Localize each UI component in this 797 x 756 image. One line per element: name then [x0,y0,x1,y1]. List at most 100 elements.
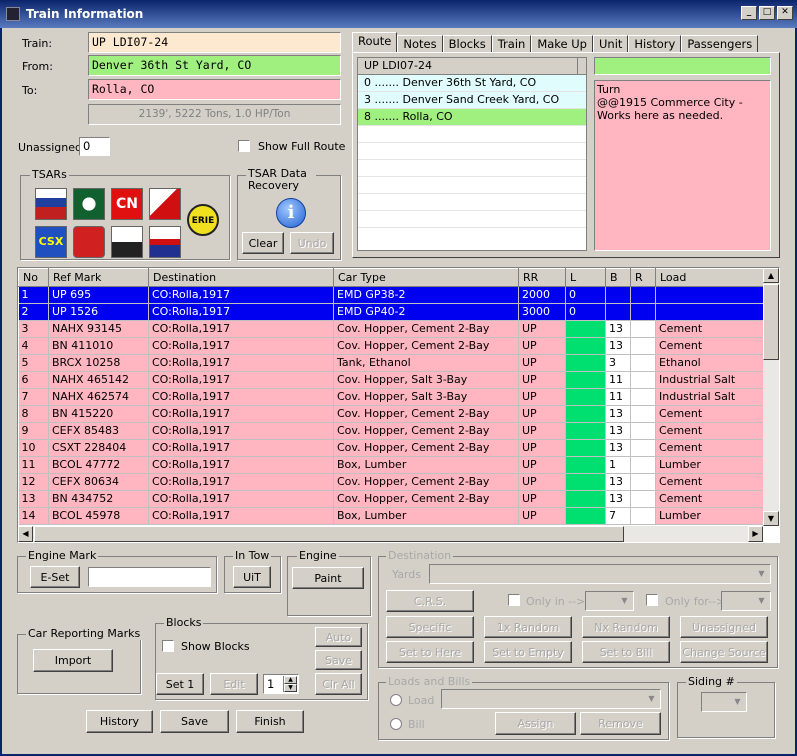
column-header[interactable]: Load [655,268,765,287]
scroll-up-arrow-icon[interactable]: ▲ [763,268,779,283]
horizontal-scroll-thumb[interactable] [34,526,624,542]
grid-horizontal-scrollbar[interactable]: ◀ ▶ [18,526,763,542]
set-to-bill-button[interactable]: Set to Bill [582,641,670,663]
table-cell[interactable]: CO:Rolla,1917 [148,422,334,440]
route-list[interactable]: UP LDI07-24 0 ....... Denver 36th St Yar… [357,57,587,251]
import-button[interactable]: Import [33,649,113,672]
table-cell[interactable]: 7 [18,388,49,406]
santa-fe-tsar-icon[interactable] [73,188,105,220]
table-row[interactable]: 2 UP 1526 CO:Rolla,1917 EMD GP40-2 3000 0 [18,303,765,321]
column-header[interactable]: B [605,268,631,287]
table-cell[interactable]: Industrial Salt [655,388,765,406]
assign-button[interactable]: Assign [495,712,576,735]
table-cell[interactable]: BN 415220 [48,405,149,423]
minimize-button[interactable]: _ [741,6,757,20]
table-cell[interactable]: Lumber [655,507,765,525]
table-cell[interactable] [565,507,606,525]
tab-notes[interactable]: Notes [397,35,443,53]
yards-dropdown[interactable]: ▼ [429,564,771,584]
table-cell[interactable]: Cov. Hopper, Cement 2-Bay [333,473,519,491]
table-cell[interactable]: UP 695 [48,286,149,304]
table-cell[interactable]: EMD GP38-2 [333,286,519,304]
table-row[interactable]: 7 NAHX 462574 CO:Rolla,1917 Cov. Hopper, Sa… [18,388,765,406]
table-cell[interactable]: UP [518,439,566,457]
table-cell[interactable]: 1 [18,286,49,304]
table-cell[interactable]: CEFX 80634 [48,473,149,491]
table-cell[interactable]: 4 [18,337,49,355]
table-cell[interactable] [565,320,606,338]
table-cell[interactable]: 12 [18,473,49,491]
bill-radio[interactable] [390,718,402,730]
table-cell[interactable] [630,354,656,372]
table-cell[interactable]: 13 [605,439,631,457]
table-cell[interactable]: CO:Rolla,1917 [148,320,334,338]
table-cell[interactable] [630,303,656,321]
table-cell[interactable]: Cov. Hopper, Cement 2-Bay [333,422,519,440]
1x-random-button[interactable]: 1x Random [484,616,572,638]
table-cell[interactable]: Tank, Ethanol [333,354,519,372]
table-cell[interactable]: UP [518,320,566,338]
save-button[interactable]: Save [160,710,229,733]
union-pacific-tsar-icon[interactable] [149,226,181,258]
table-cell[interactable]: UP [518,388,566,406]
only-for-dropdown[interactable]: ▼ [721,591,771,611]
table-cell[interactable]: CEFX 85483 [48,422,149,440]
table-cell[interactable]: CO:Rolla,1917 [148,354,334,372]
load-radio[interactable] [390,694,402,706]
scroll-left-arrow-icon[interactable]: ◀ [18,526,33,542]
table-cell[interactable]: 0 [565,286,606,304]
table-cell[interactable] [630,439,656,457]
table-cell[interactable]: 13 [18,490,49,508]
table-cell[interactable]: CO:Rolla,1917 [148,439,334,457]
table-cell[interactable]: Cement [655,422,765,440]
table-cell[interactable]: 1 [605,456,631,474]
tab-history[interactable]: History [628,35,682,53]
table-cell[interactable]: 3 [605,354,631,372]
grid-vertical-scrollbar[interactable]: ▲ ▼ [763,268,779,526]
table-cell[interactable] [630,507,656,525]
table-cell[interactable] [630,490,656,508]
cp-tsar-icon[interactable] [149,188,181,220]
table-cell[interactable]: CO:Rolla,1917 [148,337,334,355]
table-cell[interactable]: NAHX 462574 [48,388,149,406]
table-row[interactable]: 6 NAHX 465142 CO:Rolla,1917 Cov. Hopper, Sa… [18,371,765,389]
table-cell[interactable]: 2000 [518,286,566,304]
table-cell[interactable] [630,405,656,423]
table-cell[interactable]: 11 [605,388,631,406]
table-row[interactable]: 8 BN 415220 CO:Rolla,1917 Cov. Hopper, Ceme… [18,405,765,423]
auto-button[interactable]: Auto [315,627,362,647]
table-cell[interactable]: 13 [605,320,631,338]
table-cell[interactable] [630,337,656,355]
remove-button[interactable]: Remove [580,712,661,735]
table-cell[interactable] [565,439,606,457]
close-button[interactable]: ✕ [777,6,793,20]
table-cell[interactable]: CO:Rolla,1917 [148,371,334,389]
table-cell[interactable]: UP [518,371,566,389]
table-cell[interactable]: 13 [605,473,631,491]
table-cell[interactable]: Box, Lumber [333,507,519,525]
table-cell[interactable]: 8 [18,405,49,423]
table-cell[interactable]: Cement [655,490,765,508]
tab-train[interactable]: Train [491,35,532,53]
maximize-button[interactable]: □ [759,6,775,20]
table-cell[interactable]: Box, Lumber [333,456,519,474]
table-cell[interactable] [565,371,606,389]
table-cell[interactable] [630,371,656,389]
table-cell[interactable]: 7 [605,507,631,525]
table-cell[interactable]: UP [518,456,566,474]
column-header[interactable]: R [630,268,656,287]
title-bar[interactable]: Train Information _ □ ✕ [0,0,797,28]
cn-tsar-icon[interactable]: CN [111,188,143,220]
table-cell[interactable]: 9 [18,422,49,440]
table-cell[interactable]: UP [518,473,566,491]
engine-mark-field[interactable] [88,567,211,587]
train-field[interactable]: UP LDI07-24 [88,32,341,53]
table-cell[interactable] [630,388,656,406]
table-cell[interactable] [565,405,606,423]
table-cell[interactable]: 0 [565,303,606,321]
uit-button[interactable]: UiT [233,566,271,588]
table-cell[interactable]: 13 [605,422,631,440]
table-cell[interactable]: Cov. Hopper, Cement 2-Bay [333,439,519,457]
table-cell[interactable]: NAHX 93145 [48,320,149,338]
tab-blocks[interactable]: Blocks [442,35,492,53]
